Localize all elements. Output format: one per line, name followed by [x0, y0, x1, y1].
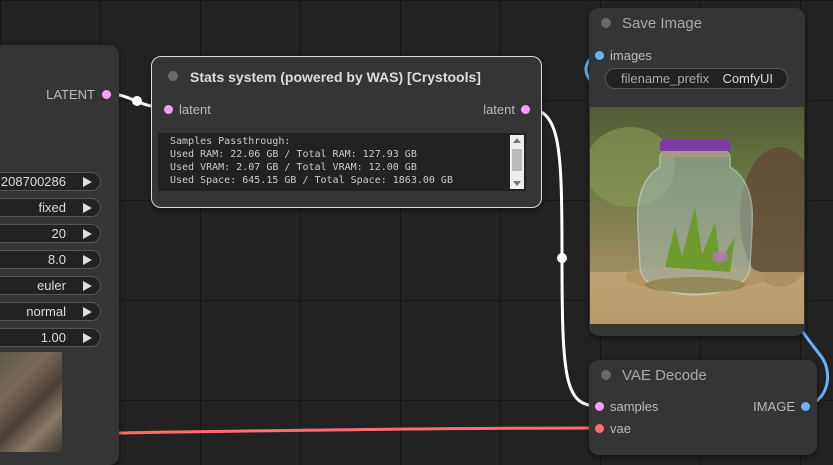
- scroll-up-icon[interactable]: [513, 138, 521, 143]
- control-after-generate-widget[interactable]: fixed: [0, 198, 101, 217]
- sampler-name-widget[interactable]: euler: [0, 276, 101, 295]
- samples-input-label: samples: [610, 399, 659, 414]
- latent-output-dot[interactable]: [521, 105, 530, 114]
- samples-input-dot[interactable]: [595, 402, 604, 411]
- glass-jar-with-plant-image: [590, 127, 804, 324]
- scrollbar[interactable]: [510, 135, 524, 189]
- latent-output-label: LATENT: [46, 87, 95, 102]
- latent-output-label: latent: [483, 102, 515, 117]
- vae-input-dot[interactable]: [595, 424, 604, 433]
- collapse-dot-icon[interactable]: [601, 18, 611, 28]
- wire-midpoint[interactable]: [557, 253, 567, 263]
- vae-input-label: vae: [610, 421, 631, 436]
- latent-input-label: latent: [179, 102, 211, 117]
- image-output-label: IMAGE: [753, 399, 795, 414]
- stats-line: Samples Passthrough:: [170, 136, 291, 147]
- stats-line: Used Space: 645.15 GB / Total Space: 186…: [170, 175, 453, 186]
- stats-line: Used VRAM: 2.07 GB / Total VRAM: 12.00 G…: [170, 162, 417, 173]
- arrow-right-icon[interactable]: [83, 177, 92, 187]
- output-image: [590, 107, 804, 324]
- scheduler-widget[interactable]: normal: [0, 302, 101, 321]
- image-output-dot[interactable]: [801, 402, 810, 411]
- widget-value: ComfyUI: [722, 71, 773, 86]
- images-input-dot[interactable]: [595, 51, 604, 60]
- arrow-right-icon[interactable]: [83, 203, 92, 213]
- save-image-node[interactable]: Save Image images filename_prefix ComfyU…: [589, 8, 805, 336]
- sampler-node[interactable]: LATENT 208700286 fixed 20 8.0 euler norm…: [0, 45, 119, 465]
- wire-midpoint[interactable]: [132, 96, 142, 106]
- widget-name: filename_prefix: [621, 71, 710, 86]
- stats-textarea[interactable]: Samples Passthrough: Used RAM: 22.06 GB …: [158, 133, 526, 191]
- arrow-right-icon[interactable]: [83, 307, 92, 317]
- steps-widget[interactable]: 20: [0, 224, 101, 243]
- seed-widget[interactable]: 208700286: [0, 172, 101, 191]
- vae-wire[interactable]: [117, 426, 599, 435]
- stats-system-node[interactable]: Stats system (powered by WAS) [Crystools…: [151, 56, 542, 208]
- arrow-right-icon[interactable]: [83, 333, 92, 343]
- node-title-bar[interactable]: Save Image: [589, 8, 805, 38]
- vae-decode-node[interactable]: VAE Decode samples IMAGE vae: [589, 360, 817, 455]
- latent-input-dot[interactable]: [164, 105, 173, 114]
- cfg-widget[interactable]: 8.0: [0, 250, 101, 269]
- filename-prefix-widget[interactable]: filename_prefix ComfyUI: [605, 68, 788, 89]
- arrow-right-icon[interactable]: [83, 281, 92, 291]
- denoise-widget[interactable]: 1.00: [0, 328, 101, 347]
- stats-line: Used RAM: 22.06 GB / Total RAM: 127.93 G…: [170, 149, 417, 160]
- scroll-down-icon[interactable]: [513, 181, 521, 186]
- preview-image: [0, 352, 62, 452]
- arrow-right-icon[interactable]: [83, 255, 92, 265]
- latent-output-dot[interactable]: [102, 90, 111, 99]
- images-input-label: images: [610, 48, 652, 63]
- node-canvas[interactable]: LATENT 208700286 fixed 20 8.0 euler norm…: [0, 0, 833, 465]
- arrow-right-icon[interactable]: [83, 229, 92, 239]
- collapse-dot-icon[interactable]: [601, 370, 611, 380]
- scroll-thumb[interactable]: [512, 149, 522, 171]
- collapse-dot-icon[interactable]: [168, 71, 178, 81]
- node-title-bar[interactable]: VAE Decode: [589, 360, 817, 390]
- node-title-bar[interactable]: Stats system (powered by WAS) [Crystools…: [152, 57, 541, 91]
